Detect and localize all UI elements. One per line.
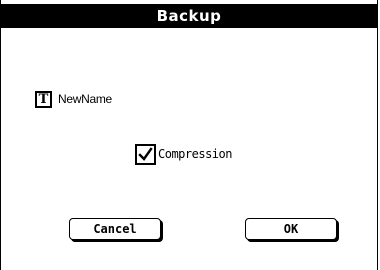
backup-dialog: Backup T NewName Compression Cancel OK (0, 0, 378, 270)
name-field[interactable]: T NewName (35, 89, 112, 109)
checkmark-icon (138, 146, 153, 161)
ok-button[interactable]: OK (245, 218, 337, 240)
compression-checkbox-row[interactable]: Compression (135, 143, 232, 165)
text-edit-icon[interactable]: T (35, 90, 52, 108)
compression-checkbox[interactable] (135, 143, 156, 165)
dialog-title: Backup (1, 4, 377, 28)
cancel-button[interactable]: Cancel (69, 218, 161, 240)
name-field-value: NewName (58, 92, 112, 106)
compression-label: Compression (158, 147, 232, 161)
